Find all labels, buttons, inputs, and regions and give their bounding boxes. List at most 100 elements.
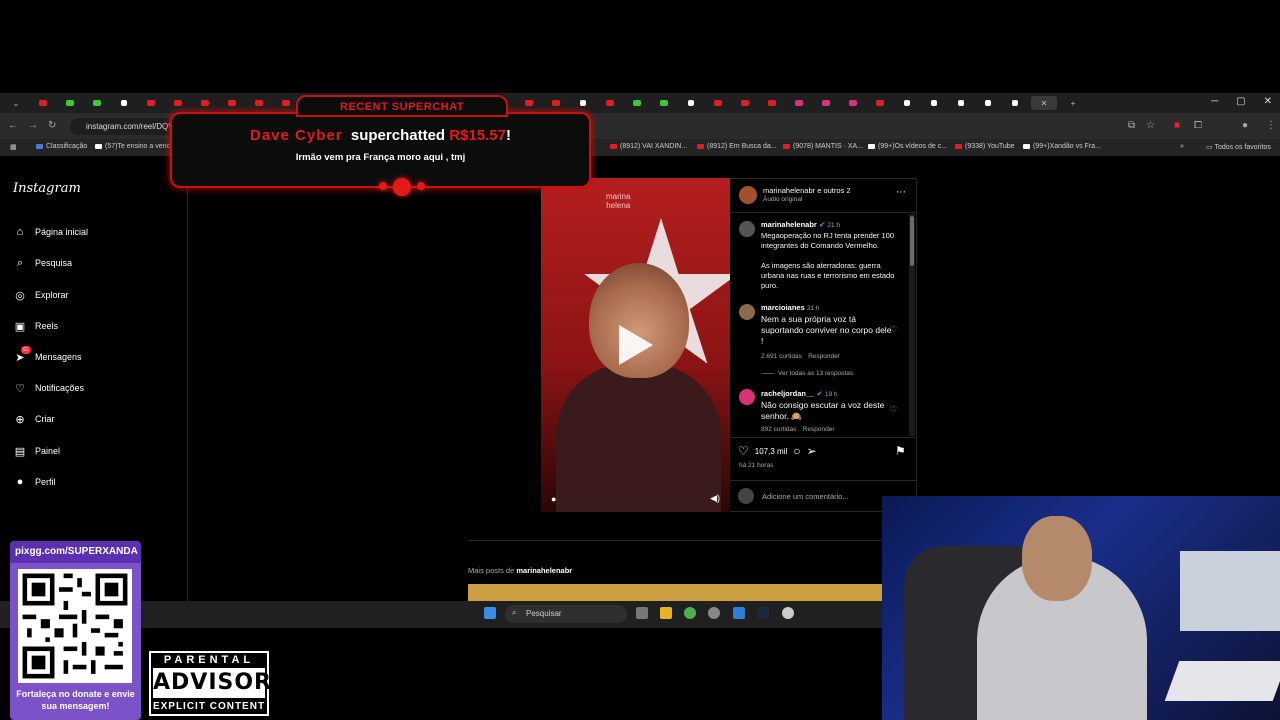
browser-tab[interactable]	[680, 96, 702, 110]
share-icon[interactable]: ➢	[806, 444, 816, 458]
more-posts-username[interactable]: marinahelenabr	[516, 566, 572, 575]
bookmark-item[interactable]: (8912) Em Busca da...	[697, 143, 777, 150]
sidebar-item-home[interactable]: ⌂ Página inicial	[13, 225, 88, 239]
post-author-avatar[interactable]	[739, 186, 757, 204]
extensions-puzzle-icon[interactable]: ⧠	[1194, 120, 1202, 131]
bookmark-item[interactable]: Classificação	[36, 143, 87, 150]
browser-tab[interactable]	[761, 96, 783, 110]
menu-icon[interactable]: ⋮	[1266, 120, 1276, 131]
browser-tab[interactable]	[788, 96, 810, 110]
sidebar-item-profile[interactable]: ● Perfil	[13, 475, 56, 489]
chrome-icon[interactable]	[684, 607, 696, 619]
browser-tab[interactable]	[977, 96, 999, 110]
browser-tab[interactable]	[32, 96, 54, 110]
sidebar-item-dashboard[interactable]: ▤ Painel	[13, 444, 60, 458]
browser-tab[interactable]	[1004, 96, 1026, 110]
comment-icon[interactable]: ○	[793, 444, 800, 458]
profile-avatar-icon[interactable]: ●	[1242, 120, 1248, 131]
task-view-icon[interactable]	[636, 607, 648, 619]
browser-tab[interactable]	[113, 96, 135, 110]
forward-icon[interactable]: →	[28, 120, 38, 131]
browser-tab[interactable]	[869, 96, 891, 110]
browser-tab[interactable]	[140, 96, 162, 110]
tab-list-button[interactable]: ⌄	[5, 96, 27, 110]
close-window-icon[interactable]: ✕	[1264, 96, 1272, 107]
bookmark-star-icon[interactable]: ☆	[1146, 120, 1155, 131]
bookmark-item[interactable]: (99+)Xandão vs Fra...	[1023, 143, 1101, 150]
comment-input[interactable]: Adicione um comentário...	[738, 488, 849, 504]
browser-tab[interactable]	[923, 96, 945, 110]
back-icon[interactable]: ←	[8, 120, 18, 131]
taskbar-search[interactable]: ⌕ Pesquisar	[505, 605, 627, 623]
comment-username[interactable]: marcioianes	[761, 303, 805, 312]
url-input[interactable]: instagram.com/reel/DQV	[70, 118, 180, 135]
bookmark-item[interactable]: (9338) YouTube	[955, 143, 1015, 150]
volume-icon[interactable]: ◀)	[710, 493, 720, 504]
reload-icon[interactable]: ↻	[48, 120, 56, 131]
sidebar-item-explore[interactable]: ◎ Explorar	[13, 288, 68, 302]
active-browser-tab[interactable]: ✕	[1031, 96, 1057, 110]
bookmark-item[interactable]: (8912) VAI XANDIN...	[610, 143, 687, 150]
reply-button[interactable]: Responder	[808, 353, 840, 360]
browser-tab[interactable]	[86, 96, 108, 110]
tagged-user-icon[interactable]: ●	[551, 494, 556, 504]
comment-avatar[interactable]	[739, 304, 755, 320]
save-icon[interactable]: ⚑	[895, 444, 906, 458]
comment-likes[interactable]: 2.691 curtidas	[761, 353, 802, 360]
post-audio[interactable]: Áudio original	[763, 196, 802, 203]
windows-start-icon[interactable]	[484, 607, 496, 619]
reel-video[interactable]: marina helena ● ◀)	[541, 178, 730, 512]
apps-grid-icon[interactable]: ▦	[10, 143, 17, 151]
minimize-icon[interactable]: ─	[1211, 96, 1218, 107]
comment-avatar[interactable]	[739, 389, 755, 405]
browser-tab[interactable]	[896, 96, 918, 110]
play-icon[interactable]	[619, 325, 653, 365]
sidebar-item-search[interactable]: ⌕ Pesquisa	[13, 256, 72, 270]
browser-tab[interactable]	[599, 96, 621, 110]
instagram-logo[interactable]: Instagram	[13, 181, 81, 196]
bookmarks-overflow-icon[interactable]: »	[1180, 143, 1184, 150]
superchat-message: Irmão vem pra França moro aqui , tmj	[295, 152, 466, 163]
bookmark-item[interactable]: (99+)Os vídeos de c...	[868, 143, 947, 150]
sidebar-item-create[interactable]: ⊕ Criar	[13, 412, 54, 426]
maximize-icon[interactable]: ▢	[1236, 96, 1245, 107]
new-tab-button[interactable]: +	[1062, 96, 1084, 110]
browser-tab[interactable]	[653, 96, 675, 110]
comments-scrollbar[interactable]	[909, 214, 915, 436]
view-replies-button[interactable]: Ver todas as 13 respostas	[762, 370, 853, 377]
comment-like-icon[interactable]: ♡	[890, 405, 897, 414]
browser-tab[interactable]	[734, 96, 756, 110]
browser-tab[interactable]	[707, 96, 729, 110]
sidebar-item-notifications[interactable]: ♡ Notificações	[13, 381, 84, 395]
caption-avatar[interactable]	[739, 221, 755, 237]
close-tab-icon[interactable]: ✕	[1041, 99, 1048, 108]
browser-tab[interactable]	[815, 96, 837, 110]
post-options-icon[interactable]: ⋯	[896, 187, 906, 198]
file-explorer-icon[interactable]	[660, 607, 672, 619]
browser-tab[interactable]	[626, 96, 648, 110]
comment-likes[interactable]: 892 curtidas	[761, 426, 796, 433]
browser-tab[interactable]	[950, 96, 972, 110]
reply-button[interactable]: Responder	[803, 426, 835, 433]
all-bookmarks-folder[interactable]: ▭ Todos os favoritos	[1206, 143, 1271, 151]
sidebar-item-reels[interactable]: ▣ Reels	[13, 319, 58, 333]
post-header-user[interactable]: marinahelenabr e outros 2	[763, 186, 851, 196]
like-count[interactable]: 107,3 mil	[755, 447, 787, 456]
like-icon[interactable]: ♡	[738, 444, 749, 458]
browser-tab[interactable]	[59, 96, 81, 110]
caption-username[interactable]: marinahelenabr	[761, 220, 817, 229]
comment-username[interactable]: racheljordan__	[761, 389, 814, 398]
extension-icon[interactable]: ■	[1174, 120, 1180, 131]
sidebar-item-messages[interactable]: ➤ 91 Mensagens	[13, 346, 82, 364]
bookmark-item[interactable]: (57)Te ensino a venc...	[95, 143, 176, 150]
more-posts-thumbnails[interactable]	[468, 584, 882, 601]
chart-icon: ▤	[14, 445, 26, 458]
app-icon[interactable]	[782, 607, 794, 619]
bookmark-item[interactable]: (9078) MANTIS · XA...	[783, 143, 863, 150]
install-icon[interactable]: ⧉	[1128, 120, 1135, 131]
app-icon[interactable]	[733, 607, 745, 619]
comment-like-icon[interactable]: ♡	[890, 325, 897, 334]
browser-tab[interactable]	[842, 96, 864, 110]
steam-icon[interactable]	[757, 607, 769, 619]
settings-icon[interactable]	[708, 607, 720, 619]
